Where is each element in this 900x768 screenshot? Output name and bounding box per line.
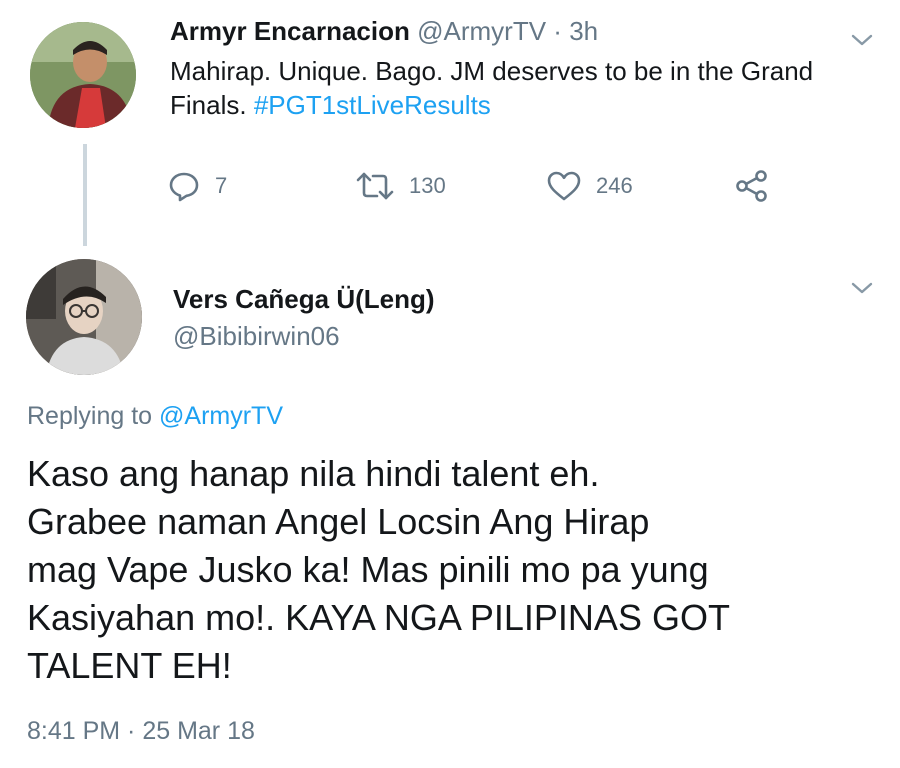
reply-button[interactable]: 7 [167, 167, 227, 205]
tweet-header: Armyr Encarnacion @ArmyrTV · 3h [170, 16, 598, 47]
hashtag-link[interactable]: #PGT1stLiveResults [254, 90, 491, 120]
retweet-icon [355, 169, 395, 203]
tweet-text-line: Mahirap. Unique. Bago. JM deserves to be… [170, 56, 814, 86]
author-handle[interactable]: @Bibibirwin06 [173, 321, 340, 352]
author-handle[interactable]: @ArmyrTV [417, 16, 546, 46]
tweet-text-line: Kaso ang hanap nila hindi talent eh. [27, 453, 600, 494]
reply-icon [167, 169, 201, 203]
retweet-count: 130 [409, 173, 446, 198]
share-icon [734, 168, 770, 204]
retweet-button[interactable]: 130 [355, 167, 446, 205]
replying-to-label: Replying to [27, 402, 153, 430]
avatar[interactable] [26, 259, 142, 375]
mention-link[interactable]: @ArmyrTV [159, 402, 283, 430]
tweet-text: Kaso ang hanap nila hindi talent eh. Gra… [27, 450, 877, 690]
tweet-text-line: Grabee naman Angel Locsin Ang Hirap [27, 501, 650, 542]
tweet-time[interactable]: 3h [569, 16, 598, 46]
tweet-text-line: TALENT EH! [27, 645, 232, 686]
tweet-text: Mahirap. Unique. Bago. JM deserves to be… [170, 54, 860, 122]
author-name[interactable]: Vers Cañega Ü(Leng) [173, 284, 435, 315]
share-button[interactable] [734, 167, 770, 205]
reply-count: 7 [215, 173, 228, 198]
thread-connector-line [83, 144, 87, 246]
like-button[interactable]: 246 [546, 167, 633, 205]
avatar[interactable] [30, 22, 136, 128]
tweet-text-line: Finals. [170, 90, 247, 120]
heart-icon [546, 169, 582, 203]
chevron-down-icon[interactable] [851, 281, 873, 295]
replying-to: Replying to @ArmyrTV [27, 402, 283, 431]
tweet-timestamp[interactable]: 8:41 PM · 25 Mar 18 [27, 717, 255, 746]
tweet-text-line: mag Vape Jusko ka! Mas pinili mo pa yung [27, 549, 709, 590]
like-count: 246 [596, 173, 633, 198]
author-name[interactable]: Armyr Encarnacion [170, 16, 410, 46]
separator-dot: · [553, 16, 562, 46]
chevron-down-icon[interactable] [851, 33, 873, 47]
tweet-text-line: Kasiyahan mo!. KAYA NGA PILIPINAS GOT [27, 597, 730, 638]
